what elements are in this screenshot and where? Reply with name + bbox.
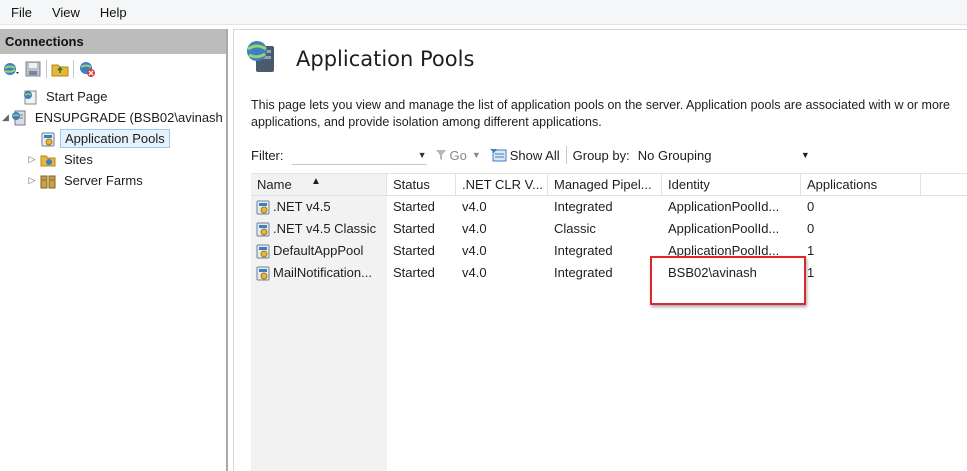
toolbar-separator: [46, 60, 47, 78]
connect-globe-icon[interactable]: [2, 60, 20, 78]
pool-name: DefaultAppPool: [273, 243, 364, 258]
tree-expander[interactable]: ▷: [26, 175, 38, 186]
pool-status: Started: [393, 221, 435, 236]
group-by-select[interactable]: No Grouping ▼: [638, 148, 810, 163]
column-header-applications[interactable]: Applications: [801, 174, 921, 195]
go-label: Go: [449, 147, 467, 163]
server-farms-icon: [40, 173, 56, 189]
server-icon: [11, 110, 27, 126]
tree-item-start-page[interactable]: Start Page: [0, 86, 226, 107]
tree-item-label: Application Pools: [60, 129, 170, 148]
chevron-down-icon[interactable]: ▼: [472, 150, 481, 160]
table-row[interactable]: .NET v4.5 Classic Started v4.0 Classic A…: [251, 218, 967, 240]
menu-help[interactable]: Help: [90, 0, 137, 25]
menu-view[interactable]: View: [42, 0, 90, 25]
pool-name: .NET v4.5: [273, 199, 331, 214]
app-pool-icon: [256, 200, 270, 215]
tree-item-sites[interactable]: ▷ Sites: [0, 149, 226, 170]
connections-tree: Start Page ◢ ENSUPGRADE (BSB02\avinash A…: [0, 84, 226, 191]
chevron-down-icon[interactable]: ▼: [418, 150, 427, 160]
pool-applications: 0: [807, 199, 815, 214]
chevron-down-icon[interactable]: ▼: [801, 150, 810, 160]
pool-applications: 1: [807, 265, 815, 280]
tree-expander[interactable]: ◢: [2, 112, 9, 123]
pool-clr-version: v4.0: [462, 221, 487, 236]
pool-identity: BSB02\avinash: [668, 265, 757, 280]
pool-identity: ApplicationPoolId...: [668, 243, 780, 258]
app-pool-icon: [256, 222, 270, 237]
pool-clr-version: v4.0: [462, 265, 487, 280]
tree-item-label: Server Farms: [64, 173, 143, 188]
tree-item-application-pools[interactable]: Application Pools: [0, 128, 226, 149]
filter-input[interactable]: ▼: [291, 145, 427, 165]
show-all-button[interactable]: Show All: [489, 147, 560, 163]
connections-toolbar: [0, 54, 226, 84]
filter-label: Filter:: [251, 147, 284, 163]
table-row[interactable]: DefaultAppPool Started v4.0 Integrated A…: [251, 240, 967, 262]
toolbar-separator: [73, 60, 74, 78]
tree-item-server[interactable]: ◢ ENSUPGRADE (BSB02\avinash: [0, 107, 226, 128]
table-row[interactable]: .NET v4.5 Started v4.0 Integrated Applic…: [251, 196, 967, 218]
tree-expander[interactable]: ▷: [26, 154, 38, 165]
pool-identity: ApplicationPoolId...: [668, 199, 780, 214]
tree-item-server-farms[interactable]: ▷ Server Farms: [0, 170, 226, 191]
go-button[interactable]: Go ▼: [435, 148, 481, 163]
grid-header: Name ▲ Status .NET CLR V... Managed Pipe…: [251, 174, 967, 196]
toolbar-separator: [565, 146, 567, 164]
tree-item-label: ENSUPGRADE (BSB02\avinash: [34, 110, 223, 125]
pool-pipeline: Classic: [554, 221, 596, 236]
column-header-name[interactable]: Name ▲: [251, 174, 387, 195]
page-title: Application Pools: [296, 46, 475, 71]
app-pool-icon: [40, 131, 56, 147]
column-header-pipeline[interactable]: Managed Pipel...: [548, 174, 662, 195]
pool-clr-version: v4.0: [462, 243, 487, 258]
show-all-icon: [489, 149, 507, 162]
group-by-value: No Grouping: [637, 147, 712, 163]
sort-ascending-icon: ▲: [311, 176, 321, 187]
page-header: Application Pools: [246, 40, 474, 77]
application-pools-icon: [246, 40, 276, 77]
menu-file[interactable]: File: [0, 0, 42, 25]
pool-status: Started: [393, 243, 435, 258]
pool-pipeline: Integrated: [554, 199, 613, 214]
column-header-label: Name: [257, 177, 292, 192]
up-folder-icon[interactable]: [51, 60, 69, 78]
pool-pipeline: Integrated: [554, 265, 613, 280]
connections-panel: Connections Start Page ◢ ENSUPGRADE (BSB…: [0, 29, 228, 471]
pool-applications: 1: [807, 243, 815, 258]
start-page-icon: [22, 89, 38, 105]
disconnect-icon[interactable]: [78, 60, 96, 78]
connections-header: Connections: [0, 29, 226, 54]
table-row[interactable]: MailNotification... Started v4.0 Integra…: [251, 262, 967, 284]
column-header-clr[interactable]: .NET CLR V...: [456, 174, 548, 195]
filter-bar: Filter: ▼ Go ▼ Show All Group by: No Gro…: [251, 141, 951, 169]
pool-clr-version: v4.0: [462, 199, 487, 214]
save-icon[interactable]: [24, 60, 42, 78]
pool-name: MailNotification...: [273, 265, 372, 280]
pool-pipeline: Integrated: [554, 243, 613, 258]
app-pool-icon: [256, 244, 270, 259]
column-header-status[interactable]: Status: [387, 174, 456, 195]
tree-item-label: Sites: [64, 152, 93, 167]
funnel-icon: [435, 150, 446, 160]
pool-identity: ApplicationPoolId...: [668, 221, 780, 236]
tree-item-label: Start Page: [46, 89, 108, 104]
main-content: Application Pools This page lets you vie…: [233, 29, 967, 471]
group-by-label: Group by:: [572, 147, 630, 163]
menu-bar: File View Help: [0, 0, 967, 25]
page-description: This page lets you view and manage the l…: [251, 98, 951, 129]
pool-name: .NET v4.5 Classic: [273, 221, 377, 236]
app-pool-icon: [256, 266, 270, 281]
pool-applications: 0: [807, 221, 815, 236]
application-pools-grid: Name ▲ Status .NET CLR V... Managed Pipe…: [251, 173, 967, 471]
sites-icon: [40, 152, 56, 168]
column-header-identity[interactable]: Identity: [662, 174, 801, 195]
show-all-label: Show All: [509, 147, 560, 163]
pool-status: Started: [393, 265, 435, 280]
pool-status: Started: [393, 199, 435, 214]
